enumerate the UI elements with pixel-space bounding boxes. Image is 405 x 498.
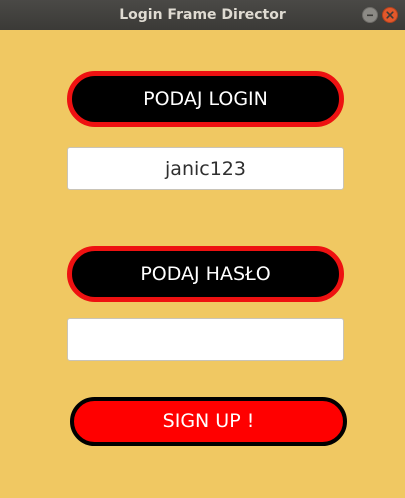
- login-label: PODAJ LOGIN: [67, 71, 344, 127]
- login-input[interactable]: [67, 147, 344, 190]
- close-icon: [386, 11, 394, 19]
- password-label: PODAJ HASŁO: [67, 246, 344, 302]
- login-window: Login Frame Director PODAJ LOGIN PODAJ H…: [0, 0, 405, 498]
- password-input[interactable]: [67, 318, 344, 361]
- minimize-button[interactable]: [362, 7, 378, 23]
- window-title: Login Frame Director: [119, 7, 286, 23]
- title-bar[interactable]: Login Frame Director: [0, 0, 405, 30]
- sign-up-button[interactable]: SIGN UP !: [70, 397, 347, 446]
- minimize-icon: [367, 14, 373, 17]
- close-button[interactable]: [382, 7, 398, 23]
